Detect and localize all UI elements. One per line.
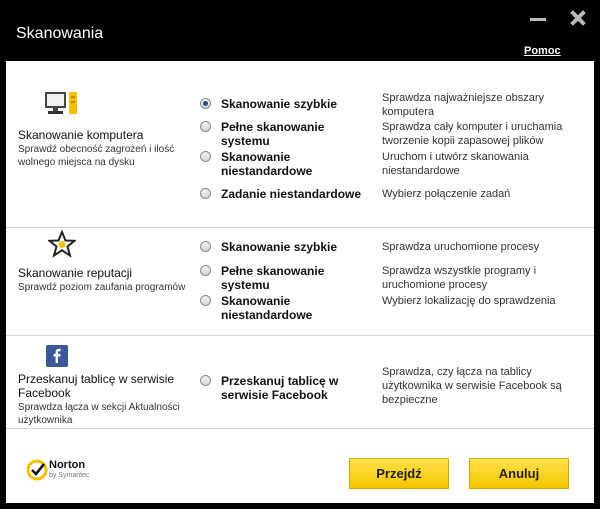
option-description: Sprawdza wszystkie programy i uruchomion…	[382, 265, 537, 291]
option-description: Sprawdza cały komputer i uruchamia tworz…	[382, 121, 563, 147]
section-description: Sprawdź poziom zaufania programów	[18, 282, 186, 293]
radio-button[interactable]	[200, 241, 211, 252]
option-description: Uruchom i utwórz skanowania niestandardo…	[382, 151, 529, 177]
go-button[interactable]: Przejdź	[349, 458, 449, 489]
option-label: Skanowanie niestandardowe	[221, 294, 313, 322]
radio-button[interactable]	[200, 295, 211, 306]
radio-button[interactable]	[200, 375, 211, 386]
footer: Norton by Symantec Przejdź Anuluj	[6, 429, 594, 503]
option-facebook-scan[interactable]: Przeskanuj tablicę w serwisie Facebook	[200, 374, 351, 402]
option-label: Skanowanie szybkie	[221, 240, 338, 254]
computer-icon	[45, 92, 77, 114]
option-description: Sprawdza najważniejsze obszary komputera	[382, 92, 545, 118]
option-description: Wybierz połączenie zadań	[382, 188, 511, 200]
option-description: Wybierz lokalizację do sprawdzenia	[382, 295, 556, 307]
option-full-scan[interactable]: Pełne skanowanie systemu	[200, 264, 371, 292]
option-description: Sprawdza, czy łącza na tablicy użytkowni…	[382, 366, 562, 406]
option-custom-task[interactable]: Zadanie niestandardowe	[200, 187, 391, 201]
star-icon	[48, 230, 76, 258]
help-link[interactable]: Pomoc	[524, 45, 561, 57]
option-label: Przeskanuj tablicę w serwisie Facebook	[221, 374, 339, 402]
radio-button[interactable]	[200, 98, 211, 109]
option-label: Skanowanie niestandardowe	[221, 150, 313, 178]
section-title: Przeskanuj tablicę w serwisie Facebook	[18, 372, 175, 400]
section-computer-scan: Skanowanie komputera Sprawdź obecność za…	[6, 61, 594, 227]
option-custom-scan[interactable]: Skanowanie niestandardowe	[200, 150, 371, 178]
section-reputation-scan: Skanowanie reputacji Sprawdź poziom zauf…	[6, 228, 594, 335]
option-label: Pełne skanowanie systemu	[221, 264, 325, 292]
logo-subtext: by Symantec	[49, 472, 90, 479]
option-label: Pełne skanowanie systemu	[221, 120, 325, 148]
section-description: Sprawdź obecność zagrożeń i ilość wolneg…	[18, 144, 175, 168]
checkmark-icon	[26, 459, 48, 481]
option-custom-scan[interactable]: Skanowanie niestandardowe	[200, 294, 371, 322]
radio-button[interactable]	[200, 188, 211, 199]
cancel-button[interactable]: Anuluj	[469, 458, 569, 489]
scan-panel: Skanowanie komputera Sprawdź obecność za…	[6, 61, 594, 503]
radio-button[interactable]	[200, 265, 211, 276]
option-label: Skanowanie szybkie	[221, 97, 338, 111]
radio-button[interactable]	[200, 151, 211, 162]
close-icon[interactable]	[568, 8, 588, 28]
option-quick-scan[interactable]: Skanowanie szybkie	[200, 97, 371, 111]
option-label: Zadanie niestandardowe	[221, 187, 362, 201]
minimize-icon[interactable]	[528, 8, 548, 28]
section-title: Skanowanie reputacji	[18, 266, 133, 280]
radio-button[interactable]	[200, 121, 211, 132]
logo-text: Norton	[49, 459, 86, 471]
window-title: Skanowania	[16, 25, 104, 42]
option-description: Sprawdza uruchomione procesy	[382, 241, 540, 253]
norton-logo: Norton by Symantec	[26, 457, 106, 487]
facebook-icon	[46, 345, 68, 367]
section-title: Skanowanie komputera	[18, 128, 144, 142]
option-full-scan[interactable]: Pełne skanowanie systemu	[200, 120, 371, 148]
section-description: Sprawdza łącza w sekcji Aktualności użyt…	[18, 402, 180, 426]
title-bar: Skanowania Pomoc	[0, 0, 600, 60]
option-quick-scan[interactable]: Skanowanie szybkie	[200, 240, 371, 254]
section-facebook-scan: Przeskanuj tablicę w serwisie Facebook S…	[6, 336, 594, 428]
